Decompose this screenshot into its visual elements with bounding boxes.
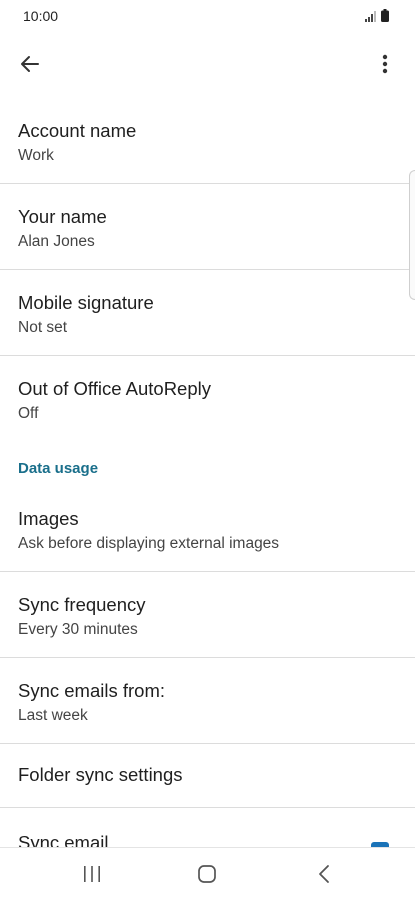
setting-title: Sync frequency (18, 594, 146, 615)
setting-title: Out of Office AutoReply (18, 378, 211, 399)
setting-your-name[interactable]: Your name Alan Jones (0, 184, 415, 270)
setting-mobile-signature[interactable]: Mobile signature Not set (0, 270, 415, 356)
recent-apps-icon (84, 866, 100, 882)
setting-summary: Alan Jones (18, 233, 95, 250)
setting-title: Folder sync settings (18, 764, 183, 785)
setting-images[interactable]: Images Ask before displaying external im… (0, 486, 415, 572)
home-button[interactable] (177, 848, 237, 900)
setting-title: Images (18, 508, 79, 529)
back-button[interactable] (14, 48, 46, 80)
status-bar: 10:00 (0, 0, 415, 32)
setting-account-name[interactable]: Account name Work (0, 98, 415, 184)
navigation-bar (0, 847, 415, 900)
setting-sync-emails-from[interactable]: Sync emails from: Last week (0, 658, 415, 744)
setting-title: Mobile signature (18, 292, 154, 313)
setting-title: Sync emails from: (18, 680, 166, 701)
signal-icon (365, 11, 377, 22)
more-options-button[interactable] (369, 48, 401, 80)
setting-out-of-office[interactable]: Out of Office AutoReply Off (0, 356, 415, 442)
status-time: 10:00 (23, 8, 59, 24)
section-header-label: Data usage (18, 460, 99, 477)
setting-sync-frequency[interactable]: Sync frequency Every 30 minutes (0, 572, 415, 658)
setting-summary: Off (18, 405, 39, 422)
back-icon (319, 865, 329, 883)
arrow-back-icon (21, 56, 39, 72)
setting-summary: Not set (18, 319, 68, 336)
setting-title: Your name (18, 206, 107, 227)
nav-back-button[interactable] (294, 848, 354, 900)
scroll-indicator[interactable] (409, 170, 415, 300)
recent-apps-button[interactable] (62, 848, 122, 900)
more-vert-icon (382, 54, 388, 74)
setting-summary: Work (18, 147, 54, 164)
setting-folder-sync[interactable]: Folder sync settings (0, 744, 415, 808)
battery-icon (381, 9, 389, 22)
home-icon (198, 865, 216, 883)
app-bar (0, 40, 415, 86)
setting-summary: Every 30 minutes (18, 621, 138, 638)
setting-summary: Last week (18, 707, 88, 724)
status-icons (365, 9, 389, 22)
setting-title: Account name (18, 120, 137, 141)
settings-list: Account name Work Your name Alan Jones M… (0, 98, 415, 860)
setting-summary: Ask before displaying external images (18, 535, 280, 552)
section-header-data-usage: Data usage (0, 442, 415, 486)
